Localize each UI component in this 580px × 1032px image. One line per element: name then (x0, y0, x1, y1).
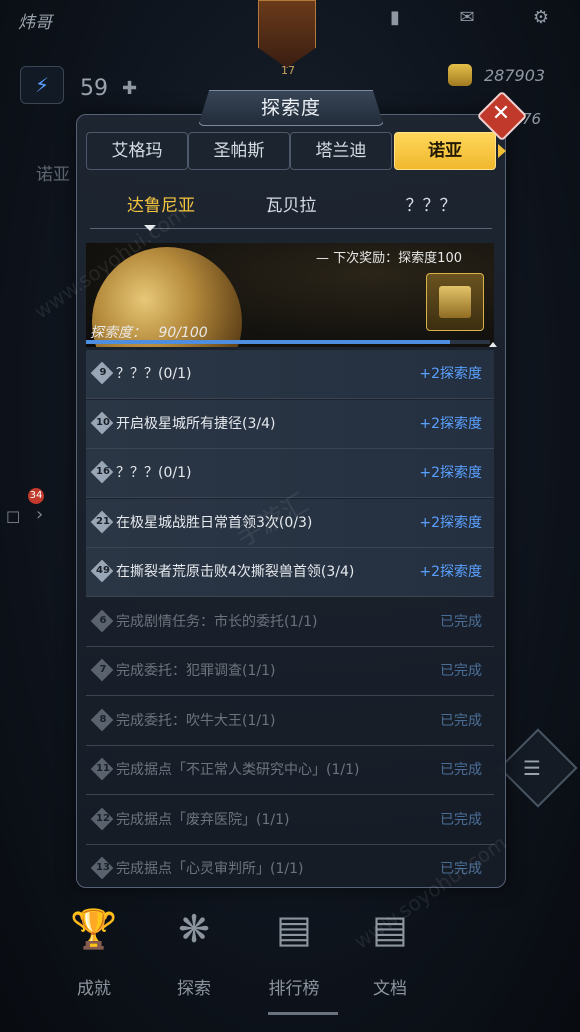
tab-region[interactable]: 圣帕斯 (188, 132, 290, 170)
task-number: 9 (99, 367, 107, 378)
task-description: 完成委托：吹牛大王(1/1) (116, 712, 276, 729)
tab-region[interactable]: 塔兰迪 (290, 132, 392, 170)
settings-gear-icon[interactable]: ⚙ (530, 8, 552, 28)
task-reward: 已完成 (440, 663, 482, 679)
task-row[interactable]: 7 完成委托：犯罪调查(1/1) 已完成 (86, 647, 494, 696)
task-description: 完成据点「心灵审判所」(1/1) (116, 861, 304, 877)
next-reward-text: — 下次奖励：探索度100 (316, 251, 462, 266)
task-reward: 已完成 (440, 712, 482, 729)
avatar-level: 17 (281, 64, 295, 77)
task-description: 完成据点「不正常人类研究中心」(1/1) (116, 762, 360, 778)
task-description: 完成委托：犯罪调查(1/1) (116, 663, 276, 679)
task-row[interactable]: 11 完成据点「不正常人类研究中心」(1/1) 已完成 (86, 746, 494, 795)
task-number: 13 (96, 862, 110, 873)
energy-add-icon[interactable]: ✚ (122, 78, 137, 99)
tab-region[interactable]: 艾格玛 (86, 132, 188, 170)
task-reward: 已完成 (440, 811, 482, 828)
modal-title-plate: 探索度 (198, 90, 384, 126)
announcement-icon[interactable]: ▮ (384, 8, 406, 28)
task-number: 8 (99, 713, 107, 725)
task-number: 12 (96, 812, 110, 824)
player-name: 炜哥 (18, 13, 52, 33)
treasure-chest-icon (439, 286, 471, 318)
exploration-progress-label: 探索度： 90/100 (90, 322, 208, 342)
task-number: 11 (96, 763, 110, 774)
podium-icon: ▤ (276, 907, 312, 951)
task-reward: +2探索度 (419, 465, 482, 481)
task-description: ？？？(0/1) (116, 465, 192, 481)
player-avatar[interactable] (258, 0, 316, 68)
modal-title: 探索度 (260, 97, 321, 119)
tab-area[interactable]: ？？？ (366, 188, 496, 224)
checklist-icon: ☰ (523, 756, 541, 780)
compass-icon: ❋ (178, 907, 210, 951)
task-reward: +2探索度 (419, 564, 482, 580)
task-number: 16 (96, 466, 110, 477)
exploration-progress-fill (86, 340, 450, 344)
task-number: 49 (96, 565, 110, 576)
progress-marker-icon (489, 342, 497, 347)
tab-region-active[interactable]: 诺亚 (394, 132, 496, 170)
region-tabs: 艾格玛 圣帕斯 塔兰迪 诺亚 (86, 132, 498, 170)
trophy-icon: 🏆 (70, 907, 118, 951)
task-reward: 已完成 (440, 613, 482, 630)
nav-label: 排行榜 (268, 979, 320, 999)
task-reward: +2探索度 (419, 366, 482, 382)
nav-label: 探索 (177, 979, 211, 999)
task-row[interactable]: 8 完成委托：吹牛大王(1/1) 已完成 (86, 697, 494, 746)
task-description: ？？？(0/1) (116, 366, 192, 382)
task-number: 7 (99, 664, 107, 675)
task-reward: +2探索度 (419, 415, 482, 432)
coin-stack-icon (448, 64, 472, 86)
nav-explore[interactable]: ❋ 探索 (154, 900, 234, 999)
task-row[interactable]: 12 完成据点「废弃医院」(1/1) 已完成 (86, 796, 494, 845)
background-region-label: 诺亚 (36, 165, 70, 185)
task-row[interactable]: 6 完成剧情任务：市长的委托(1/1) 已完成 (86, 598, 494, 647)
nav-active-indicator (268, 1012, 338, 1015)
active-tab-arrow-icon (498, 144, 506, 158)
chat-icon[interactable]: ☐ (6, 508, 20, 527)
chat-badge: 34 (28, 488, 44, 504)
task-description: 开启极星城所有捷径(3/4) (116, 415, 276, 432)
nav-label: 成就 (77, 979, 111, 999)
task-list[interactable]: 9 ？？？(0/1) +2探索度 10 开启极星城所有捷径(3/4) +2探索度 16 ？？？… (86, 350, 494, 880)
task-row[interactable]: 10 开启极星城所有捷径(3/4) +2探索度 (86, 399, 494, 449)
reward-chest-button[interactable] (426, 273, 484, 331)
close-icon[interactable]: ✕ (490, 98, 512, 130)
energy-value: 59 (80, 76, 108, 101)
tab-area[interactable]: 瓦贝拉 (226, 188, 356, 224)
task-number: 6 (99, 614, 107, 626)
task-row[interactable]: 9 ？？？(0/1) +2探索度 (86, 350, 494, 399)
task-reward: +2探索度 (419, 514, 482, 531)
energy-icon[interactable]: ⚡ (20, 66, 64, 104)
exploration-value: 90/100 (158, 325, 208, 341)
task-number: 10 (96, 416, 110, 428)
exploration-label: 探索度： (90, 325, 146, 341)
task-reward: 已完成 (440, 762, 482, 778)
coin-value: 287903 (484, 66, 546, 85)
task-row[interactable]: 49 在撕裂者荒原击败4次撕裂兽首领(3/4) +2探索度 (86, 548, 494, 597)
task-description: 完成据点「废弃医院」(1/1) (116, 811, 290, 828)
task-description: 在撕裂者荒原击败4次撕裂兽首领(3/4) (116, 564, 355, 580)
mail-icon[interactable]: ✉ (456, 8, 478, 28)
task-number: 21 (96, 515, 110, 527)
nav-leaderboard[interactable]: ▤ 排行榜 (254, 900, 334, 999)
exploration-progress-bar (86, 340, 490, 344)
bottom-nav: 🏆 成就 ❋ 探索 ▤ 排行榜 ▤ 文档 (40, 900, 540, 1020)
task-description: 完成剧情任务：市长的委托(1/1) (116, 613, 318, 630)
chevron-right-icon[interactable]: › (36, 504, 43, 525)
nav-achievements[interactable]: 🏆 成就 (54, 900, 134, 999)
nav-label: 文档 (373, 979, 407, 999)
